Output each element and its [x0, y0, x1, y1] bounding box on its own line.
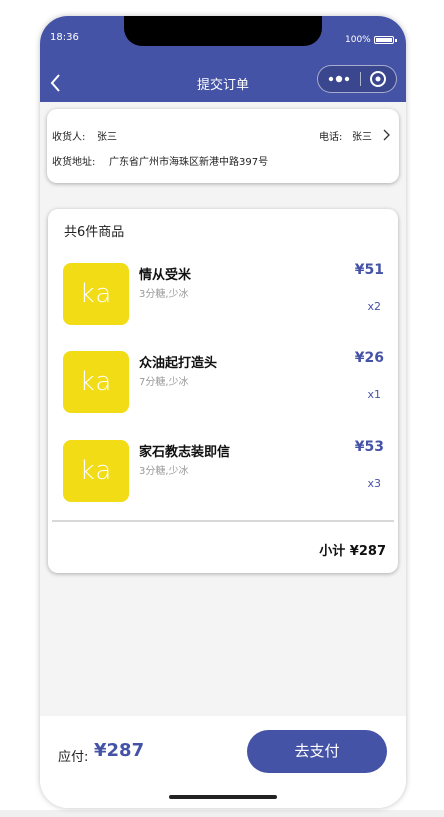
- product-quantity: x2: [367, 300, 381, 313]
- mini-program-capsule: [317, 65, 397, 93]
- product-spec: 3分糖,少冰: [139, 466, 189, 477]
- product-price: ¥53: [354, 439, 384, 455]
- payable-label: 应付:: [58, 750, 89, 765]
- battery-percent: 100%: [345, 35, 371, 45]
- product-name: 家石教志装即信: [139, 445, 231, 460]
- product-quantity: x3: [367, 477, 381, 490]
- product-spec: 7分糖,少冰: [139, 377, 189, 388]
- goods-item[interactable]: ka 情从受米 3分糖,少冰 ¥51 x2: [48, 262, 398, 329]
- product-thumbnail: ka: [63, 440, 129, 502]
- more-button[interactable]: [318, 66, 360, 92]
- product-name: 情从受米: [139, 268, 192, 283]
- camera-notch: [124, 16, 322, 46]
- product-quantity: x1: [367, 388, 381, 401]
- pay-button[interactable]: 去支付: [247, 730, 387, 773]
- goods-item[interactable]: ka 家石教志装即信 3分糖,少冰 ¥53 x3: [48, 439, 398, 506]
- more-dots-icon: [328, 75, 350, 83]
- subtotal: 小计 ¥287: [319, 544, 386, 559]
- close-button[interactable]: [361, 66, 397, 92]
- battery-icon: [374, 36, 397, 44]
- product-name: 众油起打造头: [139, 356, 218, 371]
- close-circle-icon: [370, 71, 386, 87]
- checkout-footer: 应付: ¥287 去支付: [40, 716, 406, 808]
- product-thumbnail: ka: [63, 351, 129, 413]
- product-price: ¥26: [354, 350, 384, 366]
- goods-card: 共6件商品 ka 情从受米 3分糖,少冰 ¥51 x2 ka 众油起打造头 7分…: [48, 209, 398, 573]
- status-time: 18:36: [50, 32, 79, 43]
- receiver-label: 收货人:: [52, 132, 86, 143]
- product-spec: 3分糖,少冰: [139, 289, 189, 300]
- payable-amount: ¥287: [94, 740, 145, 761]
- divider: [52, 520, 394, 522]
- product-price: ¥51: [354, 262, 384, 278]
- phone-label: 电话:: [319, 132, 343, 143]
- goods-item[interactable]: ka 众油起打造头 7分糖,少冰 ¥26 x1: [48, 350, 398, 417]
- product-thumbnail: ka: [63, 263, 129, 325]
- bottom-strip: [0, 810, 444, 817]
- chevron-right-icon: [383, 129, 390, 141]
- phone-value: 张三: [352, 132, 372, 143]
- address-card[interactable]: 收货人: 张三 电话: 张三 收货地址: 广东省广州市海珠区新港中路397号: [47, 109, 399, 183]
- address-label: 收货地址:: [52, 157, 96, 168]
- home-indicator: [169, 795, 277, 799]
- nav-header: 18:36 100% 提交订单: [40, 16, 406, 102]
- goods-count: 共6件商品: [64, 225, 125, 240]
- address-value: 广东省广州市海珠区新港中路397号: [109, 157, 269, 168]
- receiver-name: 张三: [97, 132, 117, 143]
- phone-frame: 18:36 100% 提交订单 收货人: 张三 电话: 张三 收货地址: 广东省…: [40, 16, 406, 808]
